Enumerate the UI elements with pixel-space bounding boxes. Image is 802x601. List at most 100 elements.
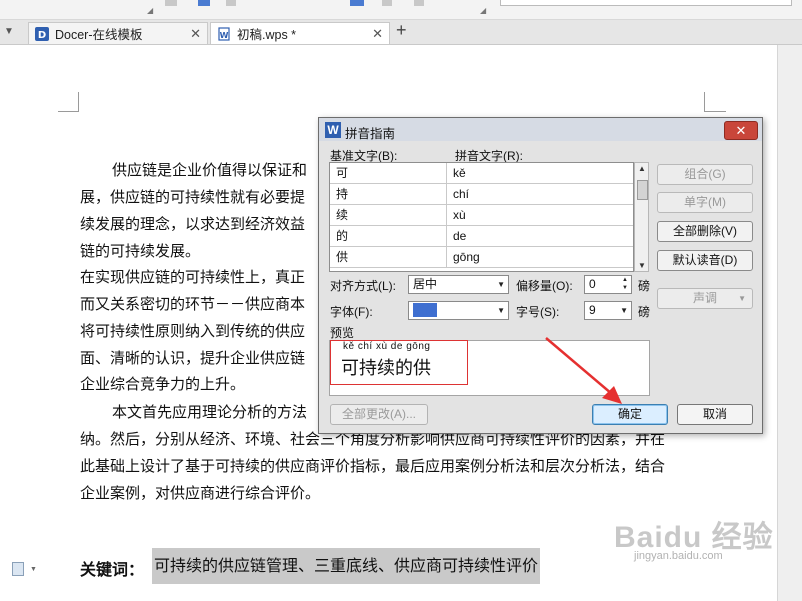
offset-label: 偏移量(O):: [516, 279, 573, 293]
wps-logo-icon: W: [325, 122, 341, 138]
pinyin-guide-dialog: W 拼音指南 ✕ 基准文字(B): 拼音文字(R): 可 kě 持 chí 续 …: [318, 117, 763, 434]
toolbar-fragment: [226, 0, 236, 6]
ruby-text-field[interactable]: kě: [447, 163, 633, 183]
group-button[interactable]: 组合(G): [657, 164, 753, 185]
close-tab-icon[interactable]: ✕: [190, 26, 201, 42]
table-row: 供 gōng: [330, 247, 633, 268]
size-label: 字号(S):: [516, 305, 560, 319]
preview-label: 预览: [330, 326, 355, 340]
keywords-label: 关键词：: [80, 560, 145, 579]
document-line: 供应链是企业价值得以保证和: [112, 161, 308, 179]
document-line: 链的可持续发展。: [80, 242, 201, 260]
vertical-scrollbar[interactable]: [777, 45, 802, 601]
document-line: 展，供应链的可持续性就有必要提: [80, 188, 306, 206]
tab-document[interactable]: W 初稿.wps * ✕: [210, 22, 390, 44]
base-text-field[interactable]: 供: [330, 247, 447, 267]
document-line: 而又关系密切的环节－－供应商本: [80, 295, 306, 313]
default-reading-button[interactable]: 默认读音(D): [657, 250, 753, 271]
table-row: 的 de: [330, 226, 633, 247]
table-row: 续 xù: [330, 205, 633, 226]
chevron-down-icon[interactable]: ▼: [30, 566, 37, 573]
tab-list-arrow-icon[interactable]: ▼: [4, 26, 14, 37]
toolbar-fragment: [382, 0, 392, 6]
scroll-up-icon[interactable]: ▲: [638, 164, 646, 173]
toolbar-fragment: [165, 0, 177, 6]
tab-docer[interactable]: D Docer-在线模板 ✕: [28, 22, 208, 44]
group-expand-icon[interactable]: ◢: [147, 6, 153, 15]
preview-text: 可持续的供: [341, 358, 431, 379]
page-corner-mark: [58, 111, 78, 112]
document-line: 企业综合竞争力的上升。: [80, 375, 246, 393]
font-select[interactable]: 黑体 ▼: [408, 301, 509, 320]
size-unit: 磅: [638, 305, 651, 319]
scroll-down-icon[interactable]: ▼: [638, 261, 646, 270]
font-value: 黑体: [413, 303, 438, 317]
ribbon-toolbar: ◢ ◢: [0, 0, 802, 20]
chevron-down-icon: ▼: [497, 280, 505, 289]
align-value: 居中: [413, 277, 438, 291]
tone-button-label: 声调: [692, 291, 717, 305]
base-text-field[interactable]: 持: [330, 184, 447, 204]
spinner-arrows-icon: ▲ ▼: [622, 277, 628, 291]
scroll-thumb[interactable]: [637, 180, 648, 200]
document-line: 本文首先应用理论分析的方法: [112, 403, 308, 421]
apply-all-button[interactable]: 全部更改(A)...: [330, 404, 428, 425]
pinyin-table: 可 kě 持 chí 续 xù 的 de 供 gōng: [329, 162, 634, 272]
page-corner-mark: [78, 92, 79, 112]
offset-unit: 磅: [638, 279, 651, 293]
docer-icon: D: [35, 26, 49, 41]
ruby-text-field[interactable]: xù: [447, 205, 633, 225]
close-button[interactable]: ✕: [724, 121, 758, 140]
base-text-field[interactable]: 的: [330, 226, 447, 246]
base-text-field[interactable]: 续: [330, 205, 447, 225]
document-line: 面、清晰的认识，提升企业供应链: [80, 349, 306, 367]
document-line: 此基础上设计了基于可持续的供应商评价指标，最后应用案例分析法和层次分析法，结合: [80, 457, 666, 475]
tab-label: 初稿.wps *: [237, 28, 297, 42]
toolbar-input-fragment: [500, 0, 792, 6]
document-line: 企业案例，对供应商进行综合评价。: [80, 484, 321, 502]
svg-text:W: W: [220, 31, 229, 40]
page-corner-mark: [704, 111, 726, 112]
document-line: 将可持续性原则纳入到传统的供应: [80, 322, 306, 340]
chevron-down-icon: ▼: [738, 294, 746, 303]
keywords-selection[interactable]: 可持续的供应链管理、三重底线、供应商可持续性评价: [152, 548, 541, 584]
document-line: 续发展的理念，以求达到经济效益: [80, 215, 306, 233]
svg-text:D: D: [38, 30, 46, 41]
ruby-text-field[interactable]: chí: [447, 184, 633, 204]
font-label: 字体(F):: [330, 305, 373, 319]
dialog-title: 拼音指南: [345, 127, 396, 141]
document-icon: W: [217, 26, 231, 41]
offset-spinner[interactable]: 0 ▲ ▼: [584, 275, 632, 294]
tone-button[interactable]: 声调 ▼: [657, 288, 753, 309]
base-text-field[interactable]: 可: [330, 163, 447, 183]
table-scrollbar[interactable]: ▲ ▼: [634, 162, 649, 272]
cancel-button[interactable]: 取消: [677, 404, 753, 425]
size-select[interactable]: 9 ▼: [584, 301, 632, 320]
table-row: 可 kě: [330, 163, 633, 184]
watermark-url: jingyan.baidu.com: [634, 550, 723, 562]
chevron-down-icon: ▼: [497, 306, 505, 315]
chevron-down-icon: ▼: [620, 306, 628, 315]
toolbar-fragment: [350, 0, 364, 6]
ruby-text-field[interactable]: gōng: [447, 247, 633, 267]
offset-value: 0: [589, 277, 596, 291]
clear-all-button[interactable]: 全部删除(V): [657, 221, 753, 242]
align-label: 对齐方式(L):: [330, 279, 397, 293]
align-select[interactable]: 居中 ▼: [408, 275, 509, 294]
toolbar-fragment: [198, 0, 210, 6]
ruby-text-field[interactable]: de: [447, 226, 633, 246]
ok-button[interactable]: 确定: [592, 404, 668, 425]
table-row: 持 chí: [330, 184, 633, 205]
tab-label: Docer-在线模板: [55, 28, 143, 42]
new-tab-icon[interactable]: +: [396, 20, 407, 41]
toolbar-fragment: [414, 0, 424, 6]
page-corner-mark: [704, 92, 705, 112]
single-char-button[interactable]: 单字(M): [657, 192, 753, 213]
document-status-icon[interactable]: [12, 562, 24, 576]
group-expand-icon[interactable]: ◢: [480, 6, 486, 15]
close-tab-icon[interactable]: ✕: [372, 26, 383, 42]
document-line: 在实现供应链的可持续性上，真正: [80, 268, 306, 286]
preview-ruby: kě chí xù de gōng: [343, 341, 431, 352]
dialog-titlebar[interactable]: W 拼音指南 ✕: [319, 118, 762, 141]
size-value: 9: [589, 303, 596, 317]
